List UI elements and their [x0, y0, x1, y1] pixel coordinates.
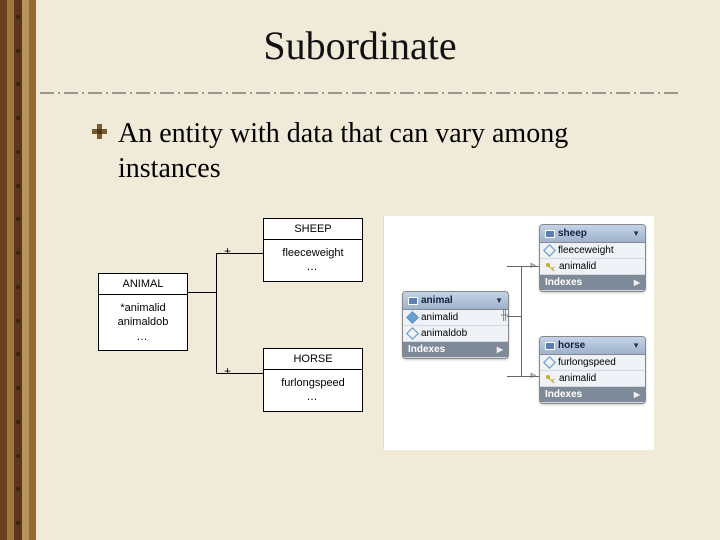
bullet-item: An entity with data that can vary among … — [92, 116, 672, 186]
db-col-name: animalid — [559, 261, 596, 272]
er-entity-name: HORSE — [264, 349, 362, 370]
db-indexes-label: Indexes — [545, 277, 582, 288]
key-icon — [545, 374, 555, 384]
chevron-right-icon: ▶ — [497, 345, 503, 354]
er-entity-body: *animalid animaldob … — [99, 295, 187, 350]
er-ellipsis: … — [107, 330, 179, 344]
db-table-sheep: sheep ▼ fleeceweight animalid Indexes ▶ — [539, 224, 646, 292]
er-attr: *animalid — [107, 301, 179, 315]
db-col: animalid — [403, 310, 508, 326]
db-indexes-label: Indexes — [408, 344, 445, 355]
one-end-icon: ╫ — [501, 310, 508, 321]
key-icon — [545, 262, 555, 272]
er-entity-body: fleeceweight … — [264, 240, 362, 281]
db-col: furlongspeed — [540, 355, 645, 371]
er-entity-name: ANIMAL — [99, 274, 187, 295]
db-col: fleeceweight — [540, 243, 645, 259]
db-col-name: animaldob — [421, 328, 467, 339]
er-plus-icon: + — [224, 364, 231, 378]
db-col-name: fleeceweight — [558, 245, 614, 256]
crowfoot-icon: ⪢ — [530, 370, 536, 381]
chevron-down-icon: ▼ — [632, 229, 640, 238]
chevron-down-icon: ▼ — [495, 296, 503, 305]
er-ellipsis: … — [272, 390, 354, 404]
er-ellipsis: … — [272, 260, 354, 274]
er-attr: furlongspeed — [272, 376, 354, 390]
er-diagram: ANIMAL *animalid animaldob … SHEEP fleec… — [98, 218, 368, 448]
db-table-header: horse ▼ — [540, 337, 645, 355]
pk-icon — [406, 311, 419, 324]
db-table-header: sheep ▼ — [540, 225, 645, 243]
er-attr: fleeceweight — [272, 246, 354, 260]
slide: Subordinate An entity with data that can… — [0, 0, 720, 540]
db-col-name: animalid — [559, 373, 596, 384]
db-col: animalid — [540, 259, 645, 275]
bullet-text: An entity with data that can vary among … — [118, 116, 672, 186]
er-entity-horse: HORSE furlongspeed … — [263, 348, 363, 412]
db-indexes: Indexes ▶ — [540, 275, 645, 291]
col-icon — [543, 356, 556, 369]
bullet-icon — [92, 124, 110, 142]
db-col: animalid — [540, 371, 645, 387]
er-entity-sheep: SHEEP fleeceweight … — [263, 218, 363, 282]
db-table-horse: horse ▼ furlongspeed animalid Indexes ▶ — [539, 336, 646, 404]
db-indexes: Indexes ▶ — [540, 387, 645, 403]
table-icon — [545, 342, 555, 350]
er-attr: animaldob — [107, 315, 179, 329]
chevron-right-icon: ▶ — [634, 390, 640, 399]
db-diagram: animal ▼ animalid animaldob Indexes ▶ — [383, 216, 654, 450]
decorative-border — [0, 0, 36, 540]
db-indexes-label: Indexes — [545, 389, 582, 400]
slide-title: Subordinate — [0, 22, 720, 69]
db-table-name: animal — [421, 295, 453, 306]
er-entity-animal: ANIMAL *animalid animaldob … — [98, 273, 188, 351]
db-table-header: animal ▼ — [403, 292, 508, 310]
chevron-down-icon: ▼ — [632, 341, 640, 350]
table-icon — [408, 297, 418, 305]
er-entity-name: SHEEP — [264, 219, 362, 240]
db-table-name: horse — [558, 340, 585, 351]
col-icon — [543, 244, 556, 257]
db-col-name: furlongspeed — [558, 357, 616, 368]
er-plus-icon: + — [224, 244, 231, 258]
db-col: animaldob — [403, 326, 508, 342]
db-table-name: sheep — [558, 228, 587, 239]
diagram-area: ANIMAL *animalid animaldob … SHEEP fleec… — [98, 218, 648, 448]
divider — [0, 90, 720, 96]
er-entity-body: furlongspeed … — [264, 370, 362, 411]
table-icon — [545, 230, 555, 238]
col-icon — [406, 327, 419, 340]
chevron-right-icon: ▶ — [634, 278, 640, 287]
db-table-animal: animal ▼ animalid animaldob Indexes ▶ — [402, 291, 509, 359]
db-col-name: animalid — [421, 312, 458, 323]
db-indexes: Indexes ▶ — [403, 342, 508, 358]
crowfoot-icon: ⪢ — [530, 260, 536, 271]
